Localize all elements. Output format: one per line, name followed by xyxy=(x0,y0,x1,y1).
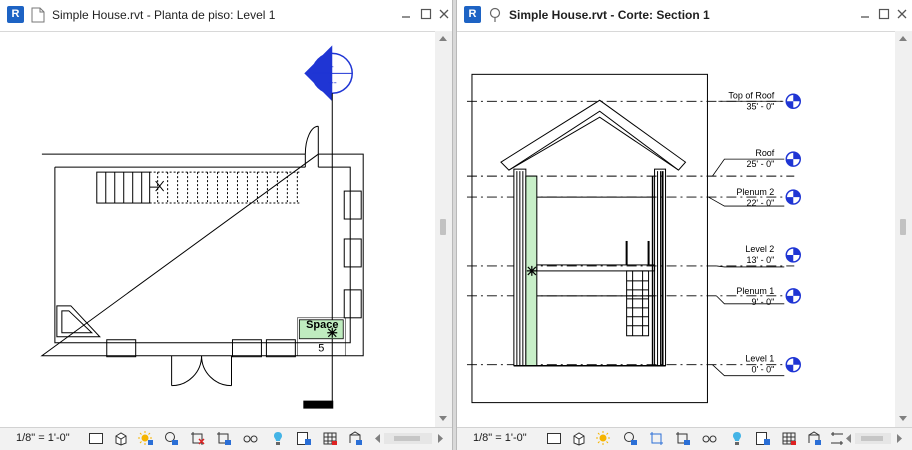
level-elevation: 13' - 0" xyxy=(746,255,774,265)
sun-path-icon[interactable] xyxy=(596,431,612,446)
level-name: Level 1 xyxy=(745,354,774,364)
section-title-bar[interactable]: R Simple House.rvt - Corte: Section 1 xyxy=(457,0,912,32)
floor-plan-view-title: Simple House.rvt - Planta de piso: Level… xyxy=(52,8,276,22)
minimize-icon[interactable] xyxy=(859,8,871,20)
level-roof[interactable]: Roof 25' - 0" xyxy=(746,148,801,169)
section-canvas[interactable]: Top of Roof 35' - 0" Roof 25' - 0" Plenu… xyxy=(457,31,912,427)
level-name: Top of Roof xyxy=(728,90,774,100)
scroll-up-icon[interactable] xyxy=(899,36,907,41)
floor-plan-view-icon xyxy=(31,7,45,23)
entry-door[interactable] xyxy=(304,125,319,168)
scroll-down-icon[interactable] xyxy=(439,416,447,421)
horizontal-scrollbar[interactable] xyxy=(384,433,432,444)
vertical-scrollbar[interactable] xyxy=(435,31,452,427)
level-head-icon[interactable] xyxy=(785,288,801,304)
crop-region-visibility-icon[interactable] xyxy=(675,431,691,446)
temporary-view-properties-icon[interactable] xyxy=(755,431,771,446)
view-scale-selector[interactable]: 1/8" = 1'-0" xyxy=(16,432,70,444)
detail-level-icon[interactable] xyxy=(546,431,562,446)
level-head-icon[interactable] xyxy=(785,247,801,263)
visual-style-icon[interactable] xyxy=(571,431,587,446)
level-elevation: 22' - 0" xyxy=(746,198,774,208)
visual-style-icon[interactable] xyxy=(113,431,129,446)
revit-app-icon[interactable]: R xyxy=(464,6,481,23)
section-view-icon xyxy=(489,7,501,22)
section-view-title: Simple House.rvt - Corte: Section 1 xyxy=(509,8,710,22)
level-level-1[interactable]: Level 1 0' - 0" xyxy=(745,354,801,375)
analytical-model-icon[interactable] xyxy=(347,431,363,446)
close-icon[interactable] xyxy=(438,8,450,20)
scroll-right-icon[interactable] xyxy=(432,431,448,446)
worksets-icon[interactable] xyxy=(781,431,797,446)
level-name: Plenum 2 xyxy=(736,187,774,197)
section-view-window[interactable]: R Simple House.rvt - Corte: Section 1 To… xyxy=(456,0,912,450)
level-head-icon[interactable] xyxy=(785,151,801,167)
floor-plan-canvas[interactable]: - --- Space 5 xyxy=(0,31,452,427)
level-head-icon[interactable] xyxy=(785,356,801,373)
view-control-bar: 1/8" = 1'-0" xyxy=(0,427,452,450)
level-plenum-2[interactable]: Plenum 2 22' - 0" xyxy=(736,187,801,208)
shadows-icon[interactable] xyxy=(622,431,638,446)
detail-level-icon[interactable] xyxy=(88,431,104,446)
level-elevation: 25' - 0" xyxy=(746,159,774,169)
section-head-bottom-text: --- xyxy=(328,77,337,87)
level-name: Level 2 xyxy=(745,244,774,254)
space-tag[interactable]: Space 5 xyxy=(297,317,346,356)
scroll-up-icon[interactable] xyxy=(439,36,447,41)
floor-plan-view-window[interactable]: R Simple House.rvt - Planta de piso: Lev… xyxy=(0,0,453,450)
close-icon[interactable] xyxy=(896,8,908,20)
house-section[interactable] xyxy=(500,99,687,367)
double-door[interactable] xyxy=(171,355,232,387)
level-level-2[interactable]: Level 2 13' - 0" xyxy=(745,244,801,265)
vertical-scrollbar[interactable] xyxy=(895,31,912,427)
view-scale-selector[interactable]: 1/8" = 1'-0" xyxy=(473,432,527,444)
space-tag-name: Space xyxy=(306,319,338,331)
worksets-icon[interactable] xyxy=(322,431,338,446)
analytical-model-icon[interactable] xyxy=(806,431,822,446)
reveal-hidden-icon[interactable] xyxy=(270,431,286,446)
reveal-hidden-icon[interactable] xyxy=(729,431,745,446)
section-tail-marker[interactable] xyxy=(303,400,334,409)
revit-app-icon[interactable]: R xyxy=(7,6,24,23)
shadows-icon[interactable] xyxy=(163,431,179,446)
scroll-thumb[interactable] xyxy=(900,219,906,235)
floor-plan-title-bar[interactable]: R Simple House.rvt - Planta de piso: Lev… xyxy=(0,0,452,32)
horizontal-scroll-thumb[interactable] xyxy=(861,436,883,441)
space-origin-icon xyxy=(327,327,338,338)
temporary-hide-icon[interactable] xyxy=(243,431,259,446)
horizontal-scroll-thumb[interactable] xyxy=(394,436,420,441)
section-head-top-text: - xyxy=(331,61,334,71)
crop-region-visibility-icon[interactable] xyxy=(216,431,232,446)
scroll-down-icon[interactable] xyxy=(899,416,907,421)
scroll-right-icon[interactable] xyxy=(891,431,907,446)
space-tag-number: 5 xyxy=(318,343,324,355)
sun-path-icon[interactable] xyxy=(138,431,154,446)
level-name: Plenum 1 xyxy=(736,286,774,296)
level-name: Roof xyxy=(755,148,774,158)
maximize-icon[interactable] xyxy=(420,8,432,20)
level-elevation: 35' - 0" xyxy=(746,101,774,111)
view-control-bar: 1/8" = 1'-0" xyxy=(457,427,912,450)
level-head-icon[interactable] xyxy=(785,189,801,205)
crop-view-icon[interactable] xyxy=(190,431,206,446)
temporary-hide-icon[interactable] xyxy=(702,431,718,446)
level-elevation: 0' - 0" xyxy=(751,365,774,375)
level-head-icon[interactable] xyxy=(785,93,801,110)
section-head-marker[interactable]: - --- xyxy=(304,45,353,102)
maximize-icon[interactable] xyxy=(878,8,890,20)
crop-view-icon[interactable] xyxy=(649,431,665,446)
horizontal-scrollbar[interactable] xyxy=(855,433,891,444)
minimize-icon[interactable] xyxy=(400,8,412,20)
temporary-view-properties-icon[interactable] xyxy=(296,431,312,446)
level-elevation: 9' - 0" xyxy=(751,297,774,307)
origin-marker-icon xyxy=(526,265,537,276)
staircase[interactable] xyxy=(96,171,302,204)
scroll-thumb[interactable] xyxy=(440,219,446,235)
level-top-of-roof[interactable]: Top of Roof 35' - 0" xyxy=(728,90,801,111)
